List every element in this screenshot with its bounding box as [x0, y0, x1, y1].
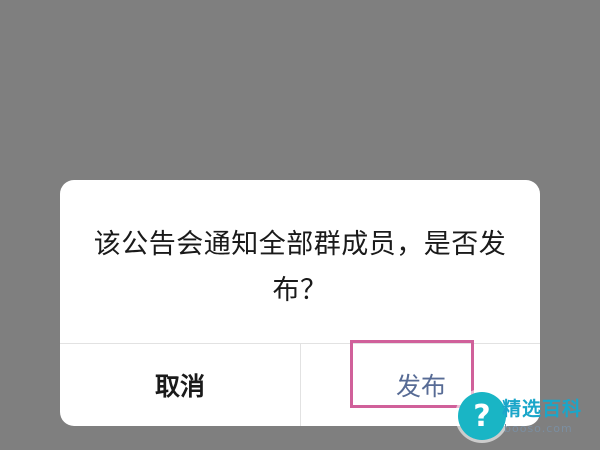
watermark-site: booso.com	[504, 422, 573, 435]
watermark-title: 精选百科	[502, 398, 583, 420]
dialog-message: 该公告会通知全部群成员，是否发布？	[93, 229, 507, 306]
question-mark-icon: ?	[458, 392, 506, 440]
watermark-logo: ? 精选百科 booso.com	[452, 388, 600, 448]
cancel-button[interactable]: 取消	[60, 344, 300, 426]
